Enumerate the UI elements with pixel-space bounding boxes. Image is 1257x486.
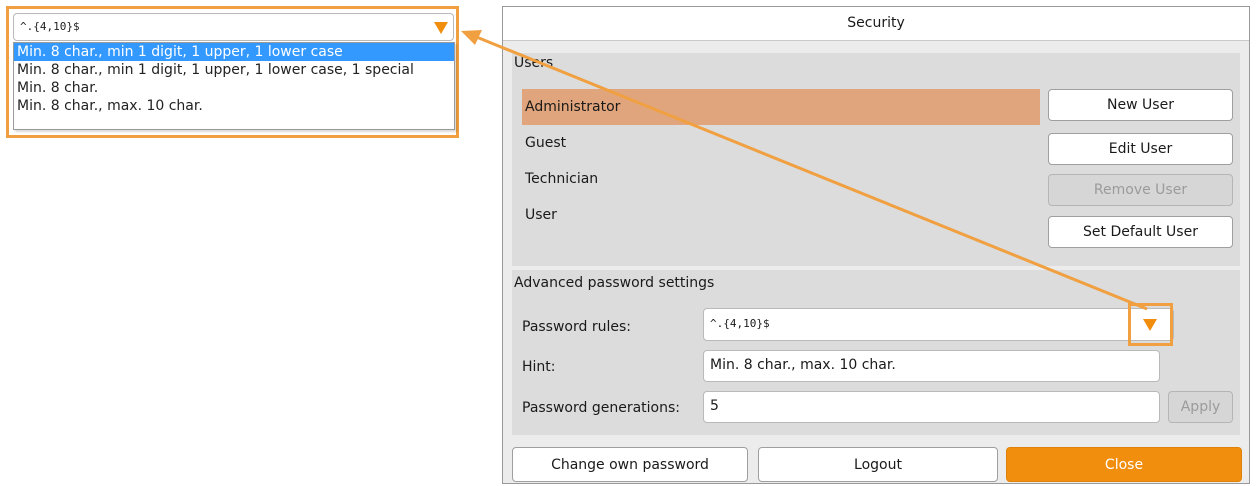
password-generations-label: Password generations: (522, 400, 680, 416)
password-generations-value: 5 (710, 398, 719, 414)
dropdown-arrow-icon[interactable] (1142, 316, 1158, 332)
password-rules-combo-zoomed[interactable]: ^.{4,10}$ (13, 13, 454, 41)
user-list-item-user[interactable]: User (522, 197, 1040, 233)
user-list-item-guest[interactable]: Guest (522, 125, 1040, 161)
dropdown-option[interactable]: Min. 8 char., min 1 digit, 1 upper, 1 lo… (14, 61, 454, 79)
password-rules-label: Password rules: (522, 319, 631, 335)
apply-button[interactable]: Apply (1168, 391, 1233, 423)
hint-label: Hint: (522, 359, 556, 375)
hint-field[interactable]: Min. 8 char., max. 10 char. (703, 350, 1160, 382)
user-list: Administrator Guest Technician User (522, 89, 1040, 233)
change-own-password-button[interactable]: Change own password (512, 447, 748, 482)
combo-value: ^.{4,10}$ (20, 20, 80, 33)
set-default-user-button[interactable]: Set Default User (1048, 216, 1233, 248)
close-button[interactable]: Close (1006, 447, 1242, 482)
password-rules-combo[interactable]: ^.{4,10}$ (703, 308, 1174, 341)
new-user-button[interactable]: New User (1048, 89, 1233, 121)
advanced-password-panel: Advanced password settings Password rule… (512, 270, 1240, 435)
footer-bar: Change own password Logout Close (503, 443, 1249, 483)
hint-value: Min. 8 char., max. 10 char. (710, 357, 896, 373)
edit-user-button[interactable]: Edit User (1048, 133, 1233, 165)
dropdown-option[interactable]: Min. 8 char., min 1 digit, 1 upper, 1 lo… (14, 43, 454, 61)
dropdown-option[interactable]: Min. 8 char. (14, 79, 454, 97)
password-rules-dropdown-list: Min. 8 char., min 1 digit, 1 upper, 1 lo… (13, 42, 455, 130)
advanced-section-title: Advanced password settings (514, 275, 715, 291)
users-section-title: Users (514, 55, 554, 71)
window-title: Security (503, 7, 1249, 41)
user-list-item-technician[interactable]: Technician (522, 161, 1040, 197)
logout-button[interactable]: Logout (758, 447, 998, 482)
remove-user-button[interactable]: Remove User (1048, 174, 1233, 206)
user-list-item-administrator[interactable]: Administrator (522, 89, 1040, 125)
dropdown-option[interactable]: Min. 8 char., max. 10 char. (14, 97, 454, 115)
security-window: Security Users Administrator Guest Techn… (502, 6, 1250, 484)
password-generations-field[interactable]: 5 (703, 391, 1160, 423)
dropdown-arrow-icon[interactable] (433, 19, 449, 35)
password-rules-value: ^.{4,10}$ (710, 317, 770, 330)
users-panel: Users Administrator Guest Technician Use… (512, 53, 1240, 266)
